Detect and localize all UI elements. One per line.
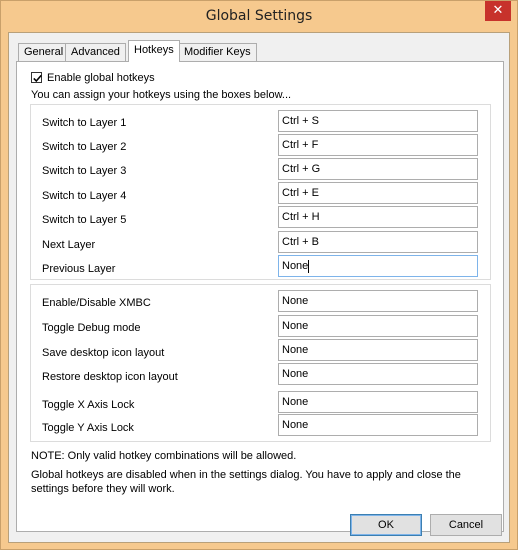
intro-text: You can assign your hotkeys using the bo… (31, 89, 292, 101)
hotkey-label-save-layout: Save desktop icon layout (42, 347, 165, 359)
dialog-client: General Advanced Hotkeys Modifier Keys E… (8, 32, 510, 543)
tab-general[interactable]: General (18, 43, 70, 61)
hotkey-label-y-axis-lock: Toggle Y Axis Lock (42, 422, 134, 434)
text-caret (308, 259, 310, 273)
hotkey-input-y-axis-lock[interactable]: None (278, 414, 478, 436)
hotkey-label-x-axis-lock: Toggle X Axis Lock (42, 399, 135, 411)
tab-hotkeys[interactable]: Hotkeys (128, 40, 180, 62)
hotkey-label-debug-mode: Toggle Debug mode (42, 322, 141, 334)
hotkey-input-restore-layout[interactable]: None (278, 363, 478, 385)
hotkey-input-save-layout[interactable]: None (278, 339, 478, 361)
settings-window: Global Settings ✕ General Advanced Hotke… (0, 0, 518, 550)
hotkey-value-previous-layer: None (282, 260, 309, 272)
hotkey-label-restore-layout: Restore desktop icon layout (42, 371, 178, 383)
hotkey-label-layer4: Switch to Layer 4 (42, 190, 127, 202)
hotkeys-panel: Enable global hotkeys You can assign you… (16, 61, 504, 532)
tab-advanced[interactable]: Advanced (65, 43, 126, 61)
enable-hotkeys-checkbox[interactable] (31, 72, 42, 83)
hotkey-label-next-layer: Next Layer (42, 239, 96, 251)
hotkey-input-layer2[interactable]: Ctrl + F (278, 134, 478, 156)
close-button[interactable]: ✕ (485, 1, 511, 21)
hotkey-label-layer2: Switch to Layer 2 (42, 141, 127, 153)
close-icon: ✕ (492, 3, 504, 18)
hotkey-label-xmbc: Enable/Disable XMBC (42, 297, 151, 309)
hotkey-label-layer3: Switch to Layer 3 (42, 165, 127, 177)
window-title: Global Settings (205, 8, 313, 24)
hotkey-input-debug-mode[interactable]: None (278, 315, 478, 337)
hotkey-label-previous-layer: Previous Layer (42, 263, 116, 275)
checkmark-icon (33, 74, 42, 83)
hotkey-input-layer4[interactable]: Ctrl + E (278, 182, 478, 204)
layer-hotkeys-group: Switch to Layer 1 Ctrl + S Switch to Lay… (30, 104, 491, 280)
note-disabled-line1: Global hotkeys are disabled when in the … (31, 469, 461, 481)
hotkey-input-layer1[interactable]: Ctrl + S (278, 110, 478, 132)
cancel-button[interactable]: Cancel (430, 514, 502, 536)
hotkey-input-next-layer[interactable]: Ctrl + B (278, 231, 478, 253)
tab-modifier-keys[interactable]: Modifier Keys (178, 43, 257, 61)
hotkey-label-layer1: Switch to Layer 1 (42, 117, 127, 129)
hotkey-input-xmbc[interactable]: None (278, 290, 478, 312)
title-bar[interactable]: Global Settings ✕ (1, 1, 517, 32)
note-disabled-line2: settings before they will work. (31, 483, 175, 495)
hotkey-input-previous-layer[interactable]: None (278, 255, 478, 277)
hotkey-label-layer5: Switch to Layer 5 (42, 214, 127, 226)
note-valid-combinations: NOTE: Only valid hotkey combinations wil… (31, 450, 297, 462)
ok-button[interactable]: OK (350, 514, 422, 536)
hotkey-input-layer5[interactable]: Ctrl + H (278, 206, 478, 228)
enable-hotkeys-label: Enable global hotkeys (47, 72, 155, 84)
hotkey-input-layer3[interactable]: Ctrl + G (278, 158, 478, 180)
hotkey-input-x-axis-lock[interactable]: None (278, 391, 478, 413)
misc-hotkeys-group: Enable/Disable XMBC None Toggle Debug mo… (30, 284, 491, 442)
